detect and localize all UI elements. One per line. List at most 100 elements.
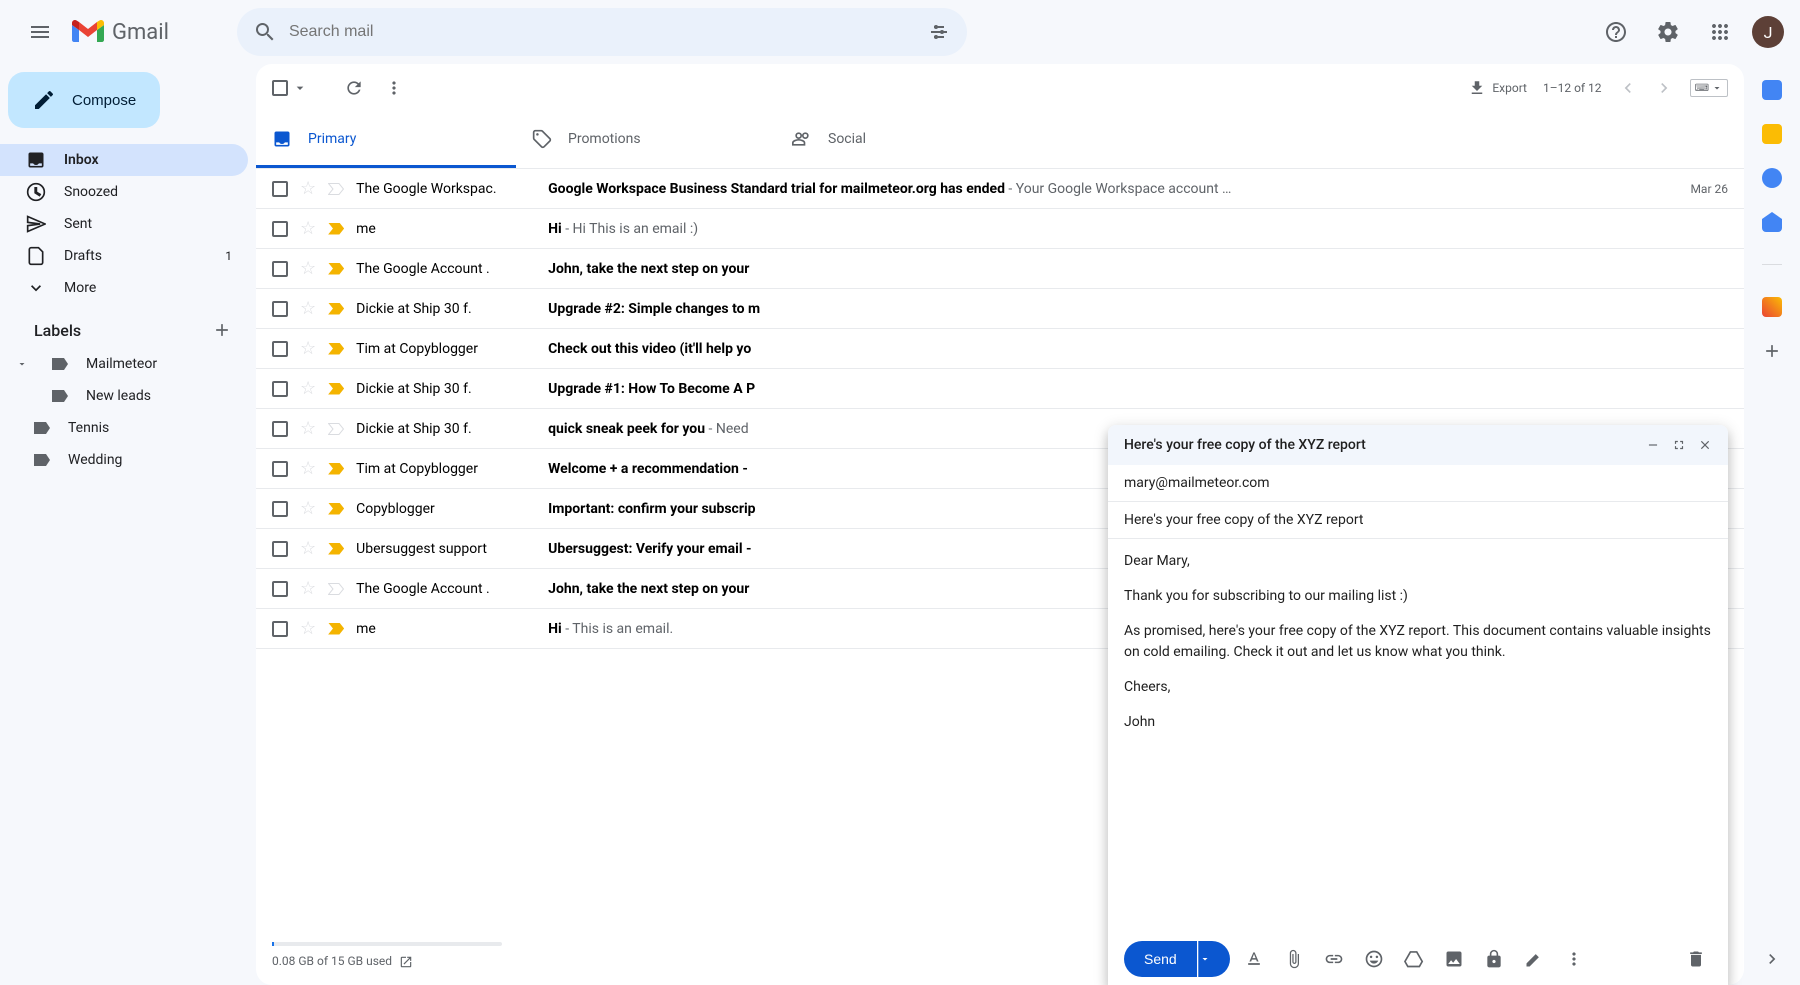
star-icon[interactable]: ☆	[300, 538, 316, 559]
apps-button[interactable]	[1700, 12, 1740, 52]
email-row[interactable]: ☆ The Google Account . John, take the ne…	[256, 249, 1744, 289]
search-options-icon[interactable]	[927, 20, 951, 44]
star-icon[interactable]: ☆	[300, 618, 316, 639]
email-checkbox[interactable]	[272, 421, 288, 437]
email-checkbox[interactable]	[272, 221, 288, 237]
add-addon-icon[interactable]	[1762, 341, 1782, 361]
nav-inbox[interactable]: Inbox	[0, 144, 248, 176]
star-icon[interactable]: ☆	[300, 578, 316, 599]
minimize-icon[interactable]	[1646, 438, 1660, 452]
calendar-icon[interactable]	[1762, 80, 1782, 100]
important-marker-icon[interactable]	[328, 463, 344, 475]
gmail-logo[interactable]: Gmail	[72, 20, 169, 45]
send-options-button[interactable]	[1198, 941, 1230, 977]
email-checkbox[interactable]	[272, 461, 288, 477]
select-all[interactable]	[272, 80, 308, 96]
label-new-leads[interactable]: New leads	[8, 380, 248, 412]
compose-button[interactable]: Compose	[8, 72, 160, 128]
refresh-icon[interactable]	[344, 78, 364, 98]
star-icon[interactable]: ☆	[300, 338, 316, 359]
label-mailmeteor[interactable]: Mailmeteor	[8, 348, 248, 380]
main-menu-button[interactable]	[16, 8, 64, 56]
prev-page-icon[interactable]	[1618, 78, 1638, 98]
addon-icon[interactable]	[1762, 297, 1782, 317]
input-tool-button[interactable]: ⌨	[1690, 79, 1728, 97]
star-icon[interactable]: ☆	[300, 498, 316, 519]
important-marker-icon[interactable]	[328, 263, 344, 275]
star-icon[interactable]: ☆	[300, 378, 316, 399]
support-button[interactable]	[1596, 12, 1636, 52]
important-marker-icon[interactable]	[328, 623, 344, 635]
compose-body[interactable]: Dear Mary, Thank you for subscribing to …	[1108, 539, 1728, 933]
star-icon[interactable]: ☆	[300, 298, 316, 319]
nav-drafts[interactable]: Drafts1	[0, 240, 248, 272]
export-button[interactable]: Export	[1468, 79, 1527, 97]
star-icon[interactable]: ☆	[300, 218, 316, 239]
star-icon[interactable]: ☆	[300, 178, 316, 199]
signature-icon[interactable]	[1518, 943, 1550, 975]
contacts-icon[interactable]	[1762, 212, 1782, 232]
account-avatar[interactable]: J	[1752, 16, 1784, 48]
email-row[interactable]: ☆ me Hi - Hi This is an email :)	[256, 209, 1744, 249]
compose-subject-field[interactable]: Here's your free copy of the XYZ report	[1108, 502, 1728, 539]
close-icon[interactable]	[1698, 438, 1712, 452]
email-checkbox[interactable]	[272, 261, 288, 277]
confidential-icon[interactable]	[1478, 943, 1510, 975]
email-checkbox[interactable]	[272, 581, 288, 597]
email-checkbox[interactable]	[272, 621, 288, 637]
drive-icon[interactable]	[1398, 943, 1430, 975]
important-marker-icon[interactable]	[328, 583, 344, 595]
email-checkbox[interactable]	[272, 181, 288, 197]
email-row[interactable]: ☆ Tim at Copyblogger Check out this vide…	[256, 329, 1744, 369]
email-checkbox[interactable]	[272, 301, 288, 317]
important-marker-icon[interactable]	[328, 543, 344, 555]
search-input[interactable]	[289, 23, 915, 41]
tasks-icon[interactable]	[1762, 168, 1782, 188]
important-marker-icon[interactable]	[328, 303, 344, 315]
send-button[interactable]: Send	[1124, 941, 1197, 977]
important-marker-icon[interactable]	[328, 223, 344, 235]
email-checkbox[interactable]	[272, 381, 288, 397]
important-marker-icon[interactable]	[328, 383, 344, 395]
discard-icon[interactable]	[1680, 943, 1712, 975]
star-icon[interactable]: ☆	[300, 418, 316, 439]
more-icon[interactable]	[384, 78, 404, 98]
important-marker-icon[interactable]	[328, 423, 344, 435]
important-marker-icon[interactable]	[328, 503, 344, 515]
settings-button[interactable]	[1648, 12, 1688, 52]
search-bar[interactable]	[237, 8, 967, 56]
nav-more[interactable]: More	[0, 272, 248, 304]
emoji-icon[interactable]	[1358, 943, 1390, 975]
image-icon[interactable]	[1438, 943, 1470, 975]
star-icon[interactable]: ☆	[300, 258, 316, 279]
nav-snoozed[interactable]: Snoozed	[0, 176, 248, 208]
collapse-panel-icon[interactable]	[1762, 949, 1782, 969]
tab-promotions[interactable]: Promotions	[516, 112, 776, 168]
format-icon[interactable]	[1238, 943, 1270, 975]
label-tennis[interactable]: Tennis	[8, 412, 248, 444]
nav-sent[interactable]: Sent	[0, 208, 248, 240]
email-checkbox[interactable]	[272, 501, 288, 517]
keep-icon[interactable]	[1762, 124, 1782, 144]
open-new-icon[interactable]	[399, 955, 413, 969]
compose-titlebar[interactable]: Here's your free copy of the XYZ report	[1108, 425, 1728, 465]
tab-primary[interactable]: Primary	[256, 112, 516, 168]
email-row[interactable]: ☆ The Google Workspac. Google Workspace …	[256, 169, 1744, 209]
add-label-icon[interactable]	[212, 320, 232, 340]
label-wedding[interactable]: Wedding	[8, 444, 248, 476]
attach-icon[interactable]	[1278, 943, 1310, 975]
email-row[interactable]: ☆ Dickie at Ship 30 f. Upgrade #1: How T…	[256, 369, 1744, 409]
more-options-icon[interactable]	[1558, 943, 1590, 975]
email-checkbox[interactable]	[272, 341, 288, 357]
email-checkbox[interactable]	[272, 541, 288, 557]
link-icon[interactable]	[1318, 943, 1350, 975]
chevron-down-icon[interactable]	[292, 80, 308, 96]
compose-to-field[interactable]: mary@mailmeteor.com	[1108, 465, 1728, 502]
next-page-icon[interactable]	[1654, 78, 1674, 98]
important-marker-icon[interactable]	[328, 183, 344, 195]
select-all-checkbox[interactable]	[272, 80, 288, 96]
email-row[interactable]: ☆ Dickie at Ship 30 f. Upgrade #2: Simpl…	[256, 289, 1744, 329]
tab-social[interactable]: Social	[776, 112, 1036, 168]
important-marker-icon[interactable]	[328, 343, 344, 355]
star-icon[interactable]: ☆	[300, 458, 316, 479]
